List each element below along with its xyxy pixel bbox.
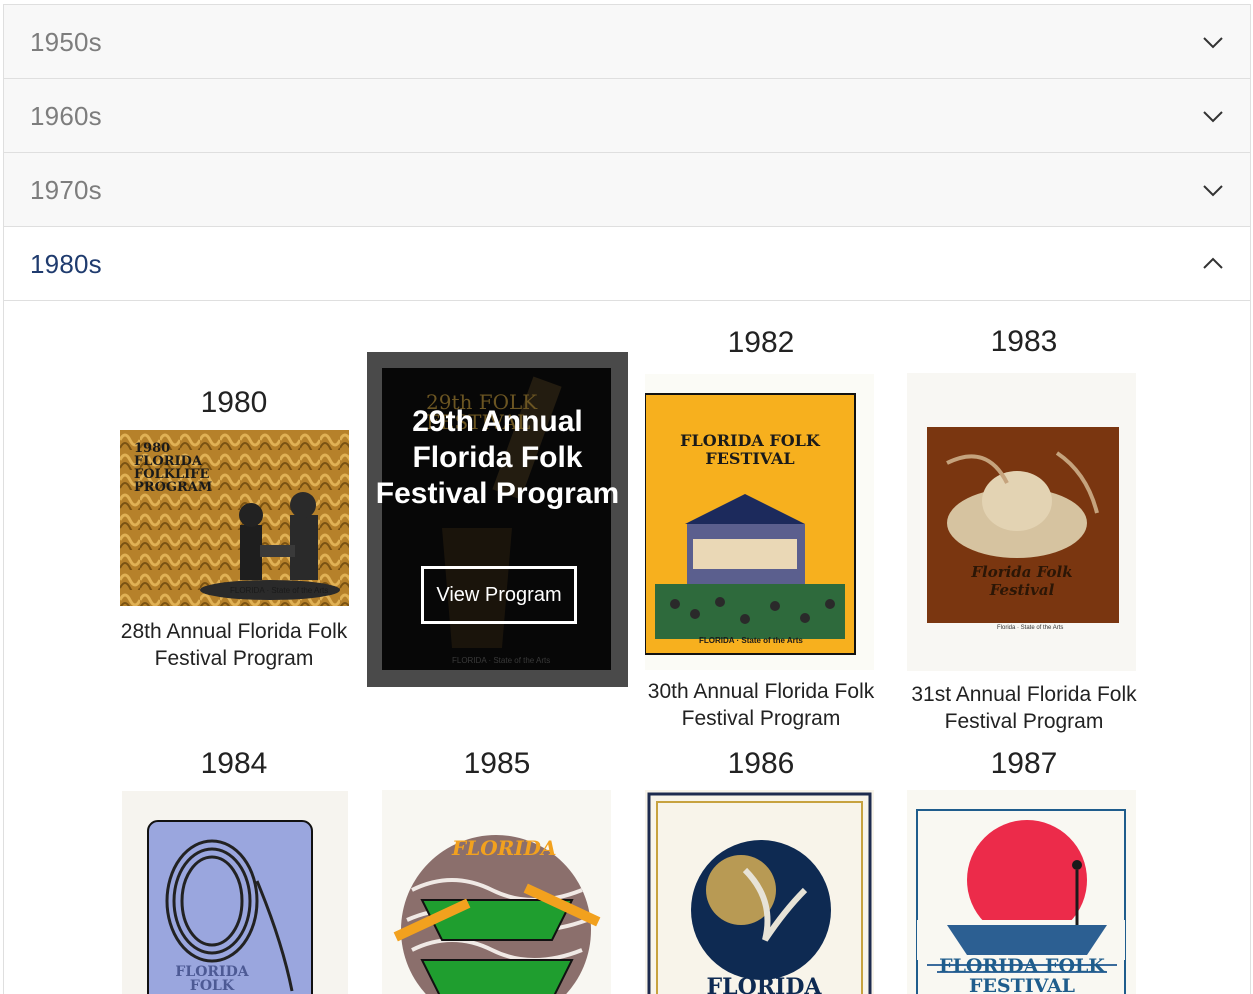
hover-title: 29th Annual Florida Folk Festival Progra…	[375, 405, 620, 510]
program-caption[interactable]: 28th Annual Florida Folk Festival Progra…	[104, 618, 364, 672]
cover-footer: FLORIDA · State of the Arts	[699, 636, 803, 645]
cover-title: FLORIDA	[706, 974, 822, 994]
accordion-title: 1960s	[30, 101, 102, 131]
cover-title: FLORIDA FOLK	[175, 964, 249, 994]
program-year: 1980	[200, 386, 268, 419]
chevron-down-icon	[1203, 111, 1223, 123]
program-tile-1980[interactable]: 1980 1980 FLORIDA FOLKLIFE PROGRAM FLORI…	[114, 386, 354, 670]
program-tile-1986[interactable]: 1986 FLORIDA	[641, 747, 881, 994]
program-year: 1985	[463, 747, 531, 780]
program-tile-1983[interactable]: 1983 Florida Folk Festival Florida · Sta…	[904, 325, 1144, 733]
program-year: 1983	[990, 325, 1058, 358]
program-cover-image[interactable]: 1980 FLORIDA FOLKLIFE PROGRAM FLORIDA · …	[120, 430, 349, 606]
program-cover-image[interactable]: Florida Folk Festival Florida · State of…	[907, 373, 1136, 671]
program-cover-image[interactable]: FLORIDA FOLK FESTIVAL FLORIDA · State of…	[645, 374, 874, 670]
accordion-header-1980s[interactable]: 1980s	[4, 227, 1250, 301]
cover-title: FLORIDA FOLK FESTIVAL	[939, 955, 1105, 994]
program-tile-1985[interactable]: 1985 FLORIDA	[377, 747, 617, 994]
cover-footer: FLORIDA · State of the Arts	[230, 586, 329, 595]
program-cover-image[interactable]: FLORIDA	[645, 790, 874, 994]
cover-footer: FLORIDA · State of the Arts	[452, 656, 551, 665]
accordion-title: 1950s	[30, 27, 102, 57]
program-cover-art	[647, 792, 872, 994]
chevron-down-icon	[1203, 37, 1223, 49]
chevron-down-icon	[1203, 185, 1223, 197]
program-year: 1982	[727, 326, 795, 359]
cover-title: FLORIDA FOLK FESTIVAL	[680, 431, 820, 468]
view-program-button[interactable]: View Program	[421, 566, 577, 624]
cover-footer: Florida · State of the Arts	[997, 625, 1064, 631]
program-cover-image[interactable]: FLORIDA FOLK	[122, 791, 348, 994]
accordion-title: 1980s	[30, 249, 102, 279]
accordion-header-1960s[interactable]: 1960s	[4, 79, 1250, 153]
cover-title: FLORIDA	[452, 836, 557, 860]
program-caption[interactable]: 30th Annual Florida Folk Festival Progra…	[631, 678, 891, 732]
program-tile-1982[interactable]: 1982 FLORIDA FOLK FESTIVAL FLORIDA · Sta…	[641, 326, 881, 730]
program-caption[interactable]: 31st Annual Florida Folk Festival Progra…	[894, 681, 1154, 735]
program-tile-1981-hover[interactable]: 29th FOLK FESTIVAL FLORIDA · State of th…	[367, 352, 628, 687]
program-year: 1987	[990, 747, 1058, 780]
cover-title: 1980 FLORIDA FOLKLIFE PROGRAM	[134, 441, 213, 495]
program-year: 1984	[200, 747, 268, 780]
decades-accordion: 1950s 1960s 1970s 1980s 1980 1980 FLORID…	[3, 4, 1251, 994]
program-year: 1986	[727, 747, 795, 780]
program-cover-art	[645, 393, 856, 655]
cover-title: Florida Folk Festival	[971, 563, 1073, 599]
program-cover-image[interactable]: FLORIDA FOLK FESTIVAL	[907, 790, 1136, 994]
program-cover-image[interactable]: FLORIDA	[382, 790, 611, 994]
program-tile-1987[interactable]: 1987 FLORIDA FOLK FESTIVAL	[904, 747, 1144, 994]
accordion-header-1970s[interactable]: 1970s	[4, 153, 1250, 227]
accordion-panel-1980s: 1980 1980 FLORIDA FOLKLIFE PROGRAM FLORI…	[4, 301, 1250, 994]
accordion-header-1950s[interactable]: 1950s	[4, 5, 1250, 79]
program-tile-1984[interactable]: 1984 FLORIDA FOLK	[114, 747, 354, 994]
accordion-title: 1970s	[30, 175, 102, 205]
program-cover-art	[393, 835, 601, 994]
chevron-up-icon	[1203, 257, 1223, 269]
